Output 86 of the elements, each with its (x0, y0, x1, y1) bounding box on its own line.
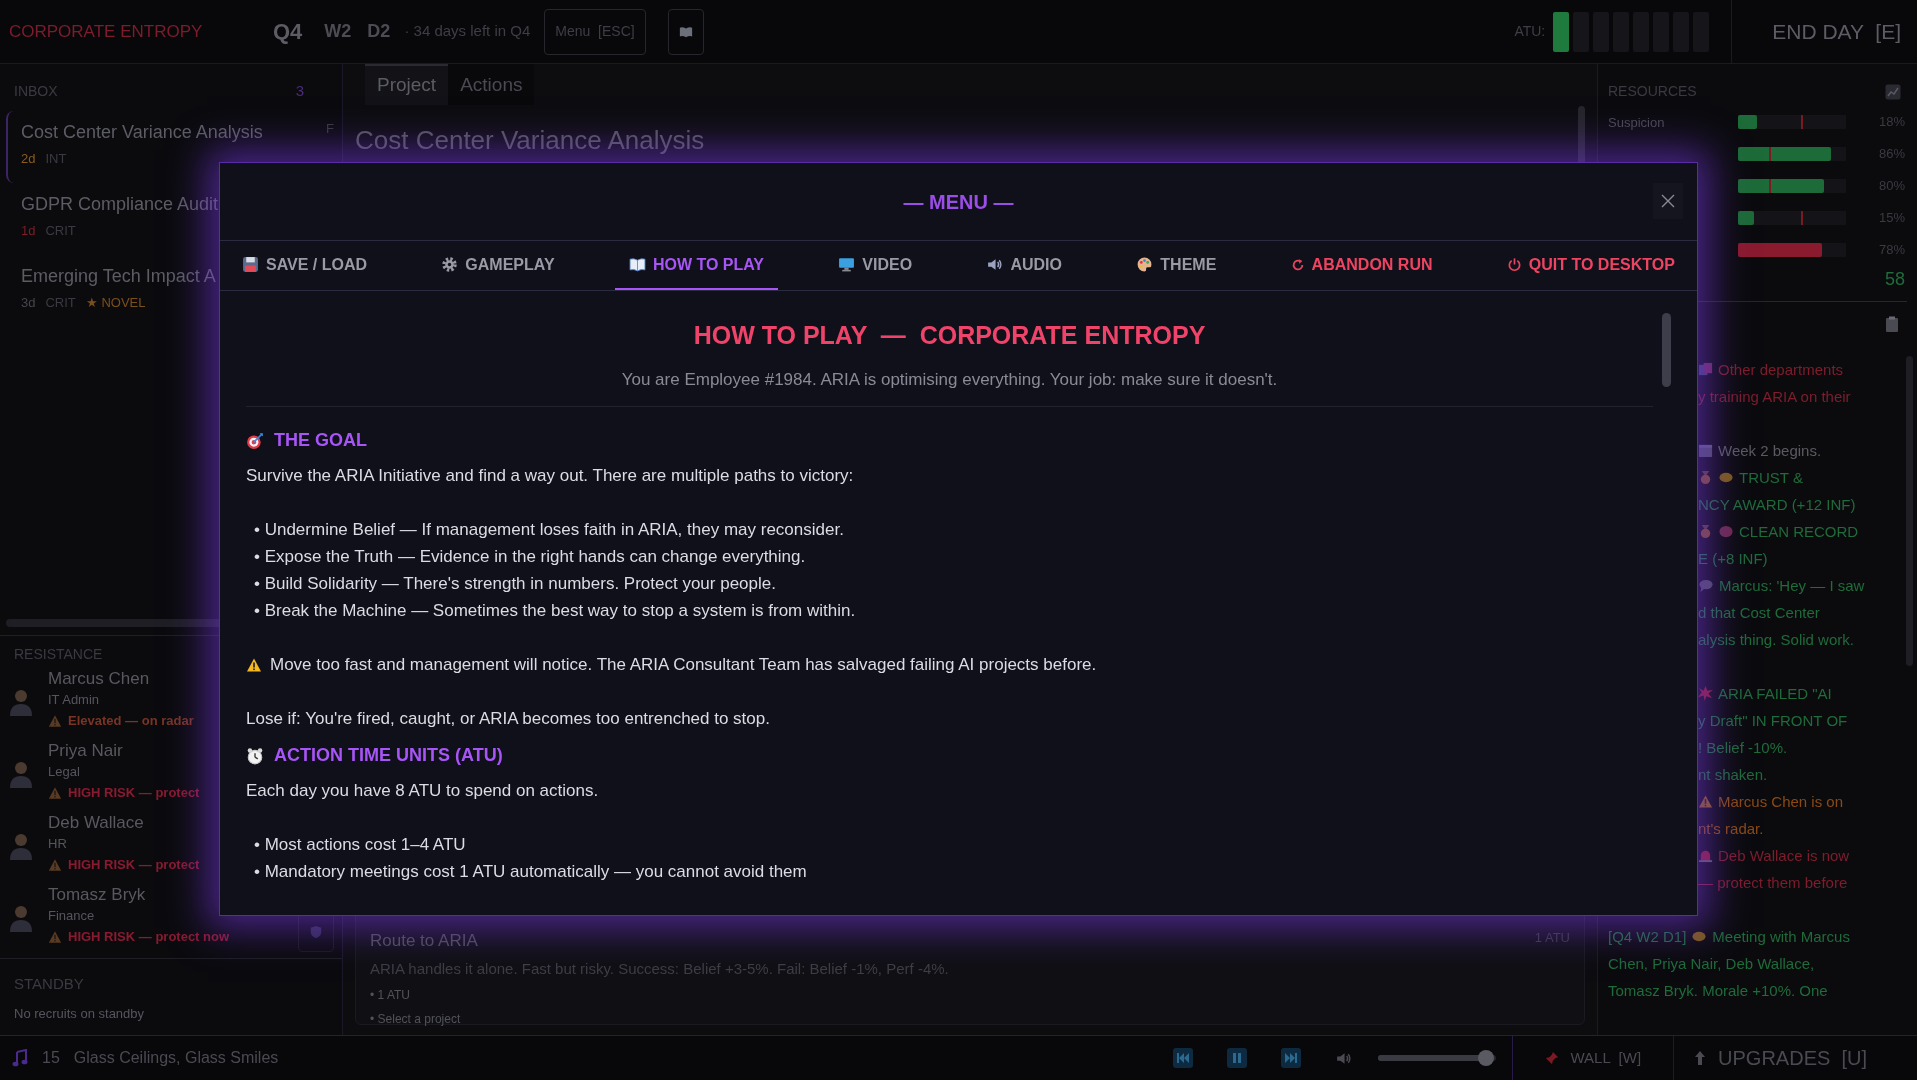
log-text: Other departments (1718, 360, 1844, 380)
inbox-item-title: Emerging Tech Impact A (21, 264, 216, 288)
upgrades-button[interactable]: UPGRADES [U] (1674, 1036, 1917, 1080)
log-text: Meeting with Marcus (1712, 927, 1850, 947)
bullet-item: • Expose the Truth — Evidence in the right hands can change everything. (254, 546, 807, 568)
log-text: y training ARIA on their (1698, 387, 1852, 407)
guide-paragraph: Survive the ARIA Initiative and find a way out. There are multiple paths to victory: (246, 465, 855, 487)
menu-tab[interactable]: THEME (1122, 241, 1231, 290)
bullet-item: • Mandatory meetings cost 1 ATU automatically — you cannot avoid them (254, 861, 808, 883)
log-text: CLEAN RECORD (1739, 522, 1859, 542)
menu-tab[interactable]: QUIT TO DESKTOP (1492, 241, 1689, 290)
person-name: Tomasz Bryk (48, 885, 147, 905)
guide-subtitle: You are Employee #1984. ARIA is optimising everything. Your job: make sure it doesn't. (621, 368, 1278, 391)
log-text: alysis thing. Solid work. (1698, 630, 1855, 650)
log-text: ARIA FAILED "AI (1718, 684, 1832, 704)
guide-paragraph: Each day you have 8 ATU to spend on actions. (246, 780, 600, 802)
empty-message: No recruits on standby (14, 1004, 146, 1023)
tab[interactable]: Actions (448, 64, 535, 105)
guide-paragraph: Lose if: You're fired, caught, or ARIA becomes too entrenched to stop. (246, 708, 771, 730)
guide-title: HOW TO PLAY — CORPORATE ENTROPY (693, 320, 1206, 351)
week-label: W2 (324, 20, 352, 43)
tag-label: ★ NOVEL (85, 293, 146, 312)
log-text: d that Cost Center (1698, 603, 1821, 623)
person-name: Priya Nair (48, 741, 124, 761)
days-left-label: · 34 days left in Q4 (404, 21, 531, 42)
dialog-title: — MENU — (903, 189, 1014, 215)
log-text: NCY AWARD (+12 INF) (1698, 495, 1857, 515)
requirement-item: • Select a project (370, 1011, 462, 1028)
resource-label: Suspicion (1608, 115, 1665, 130)
due-label: 2d (21, 149, 36, 168)
tab[interactable]: Project (365, 64, 449, 105)
count-label: 3 (295, 81, 304, 101)
log-text: TRUST & (1739, 468, 1803, 488)
log-text: nt shaken. (1698, 765, 1769, 785)
due-label: 3d (21, 293, 36, 312)
project-title: Cost Center Variance Analysis (355, 124, 705, 157)
wall-button[interactable]: WALL [W] (1512, 1036, 1675, 1080)
log-timestamp: [Q4 W2 D1] (1608, 927, 1687, 947)
log-text: Tomasz Bryk. Morale +10%. One (1608, 981, 1829, 1001)
log-text: Week 2 begins. (1718, 441, 1822, 461)
risk-warning: HIGH RISK — protect now (68, 928, 230, 946)
person-role: HR (48, 835, 68, 853)
section-heading: THE GOAL (274, 429, 367, 452)
menu-tab[interactable]: HOW TO PLAY (614, 241, 778, 290)
log-text: Marcus Chen is on (1718, 792, 1844, 812)
requirement-item: • 1 ATU (370, 987, 411, 1004)
log-text: Deb Wallace is now (1718, 846, 1850, 866)
track-title: Glass Ceilings, Glass Smiles (73, 1048, 279, 1068)
log-text: ! Belief -10%. (1698, 738, 1789, 758)
risk-warning: Elevated — on radar (68, 712, 194, 730)
person-name: Deb Wallace (48, 813, 145, 833)
log-text: — protect them before (1698, 873, 1849, 893)
game-title: CORPORATE ENTROPY (9, 20, 204, 43)
person-name: Marcus Chen (48, 669, 151, 689)
log-text: Chen, Priya Nair, Deb Wallace, (1608, 954, 1816, 974)
menu-tab[interactable]: AUDIO (972, 241, 1076, 290)
menu-tab[interactable]: SAVE / LOAD (228, 241, 382, 290)
bullet-item: • Break the Machine — Sometimes the best way to stop a system is from within. (254, 600, 857, 622)
bullet-item: • Undermine Belief — If management loses faith in ARIA, they may reconsider. (254, 519, 845, 541)
log-text: nt's radar. (1698, 819, 1765, 839)
section-heading: ACTION TIME UNITS (ATU) (274, 744, 503, 767)
bullet-item: • Most actions cost 1–4 ATU (254, 834, 467, 856)
menu-tab[interactable]: VIDEO (824, 241, 927, 290)
menu-button[interactable]: Menu [ESC] (544, 8, 646, 55)
end-day-button[interactable]: END DAY [E] (1772, 15, 1901, 48)
person-role: IT Admin (48, 691, 101, 709)
warning-text: Move too fast and management will notice. The ARIA Consultant Team has salvaged failing AI projects before. (270, 654, 1097, 676)
track-number: 15 (42, 1048, 60, 1068)
log-text: y Draft" IN FRONT OF (1698, 711, 1849, 731)
person-role: Finance (48, 907, 96, 925)
menu-tab[interactable]: ABANDON RUN (1276, 241, 1447, 290)
log-text: E (+8 INF) (1698, 549, 1769, 569)
bullet-item: • Build Solidarity — There's strength in numbers. Protect your people. (254, 573, 777, 595)
person-role: Legal (48, 763, 81, 781)
day-label: D2 (367, 20, 391, 43)
risk-warning: HIGH RISK — protect (68, 856, 200, 874)
atu-label: ATU: (1514, 22, 1546, 41)
quarter-label: Q4 (273, 18, 303, 46)
action-title: Route to ARIA (370, 930, 478, 952)
risk-warning: HIGH RISK — protect (68, 784, 200, 802)
resource-total: 58 (1884, 268, 1905, 291)
inbox-item-title: GDPR Compliance Audit (21, 192, 219, 216)
inbox-item-title: Cost Center Variance Analysis (21, 120, 263, 144)
menu-tab[interactable]: GAMEPLAY (427, 241, 569, 290)
log-text: Marcus: 'Hey — I saw (1719, 576, 1865, 596)
due-label: 1d (21, 221, 36, 240)
